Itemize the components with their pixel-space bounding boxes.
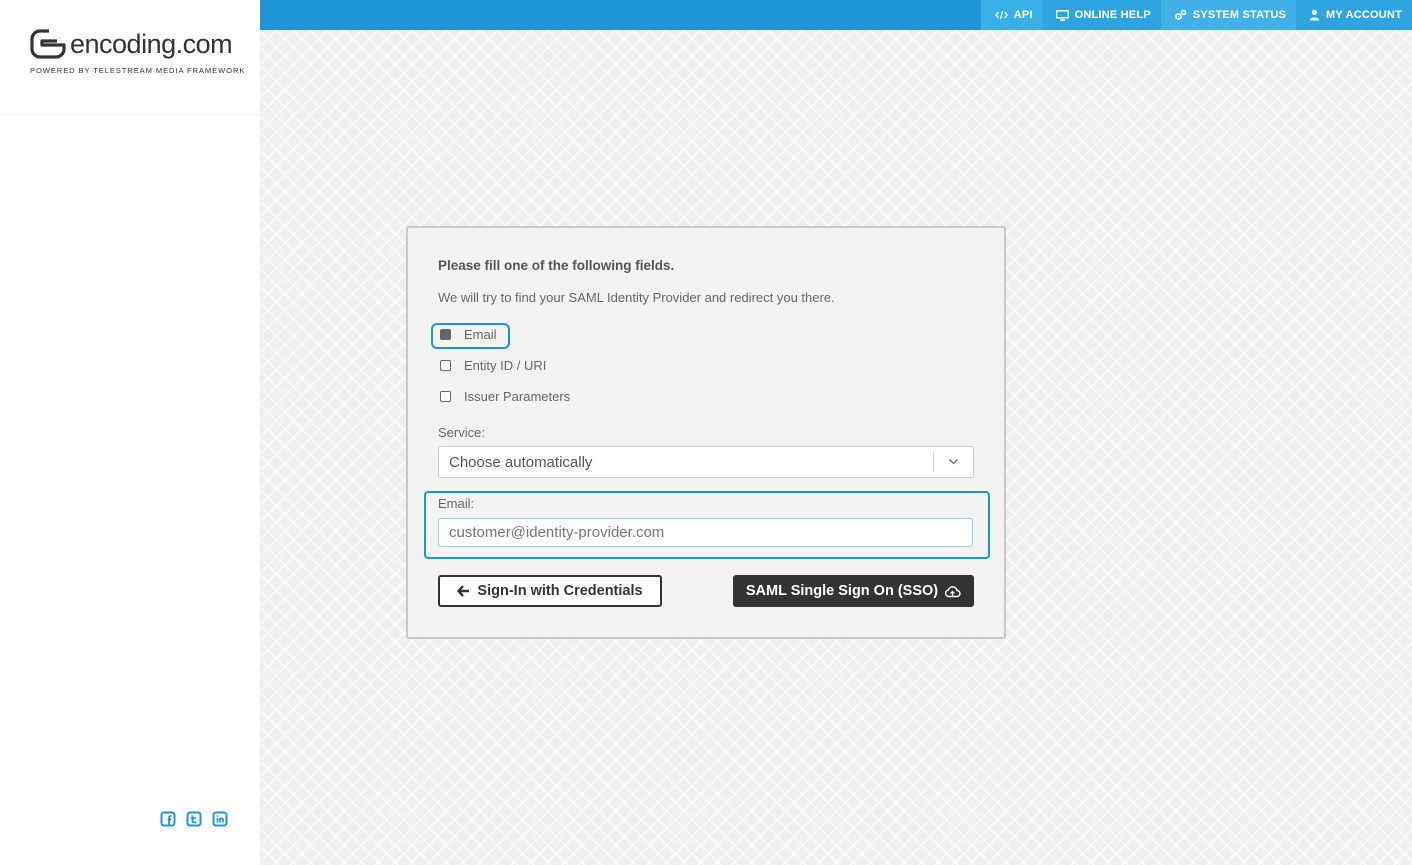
brand-tagline: POWERED BY TELESTREAM MEDIA FRAMEWORK — [30, 66, 246, 75]
brand-name: encoding.com — [70, 29, 233, 59]
nav-online-help-label: ONLINE HELP — [1074, 9, 1151, 21]
cloud-icon — [945, 585, 961, 597]
option-issuer-parameters[interactable]: Issuer Parameters — [438, 386, 570, 406]
option-email[interactable]: Email — [438, 324, 497, 344]
saml-sso-button[interactable]: SAML Single Sign On (SSO) — [733, 575, 974, 607]
code-icon — [994, 10, 1008, 20]
select-separator — [933, 452, 934, 472]
form-title: Please fill one of the following fields. — [438, 258, 675, 273]
option-email-label: Email — [464, 326, 497, 342]
option-entity-id[interactable]: Entity ID / URI — [438, 355, 546, 375]
logo-mark-icon — [30, 29, 66, 59]
linkedin-icon[interactable] — [212, 811, 228, 827]
option-issuer-parameters-label: Issuer Parameters — [464, 388, 571, 404]
issuer-parameters-checkbox[interactable] — [440, 390, 451, 402]
chevron-down-icon[interactable] — [948, 456, 959, 467]
email-label: Email: — [438, 496, 475, 511]
service-label: Service: — [438, 425, 485, 440]
nav-my-account[interactable]: MY ACCOUNT — [1296, 0, 1412, 30]
twitter-icon[interactable] — [186, 811, 202, 827]
nav-my-account-label: MY ACCOUNT — [1326, 9, 1402, 21]
saml-login-card: Please fill one of the following fields.… — [406, 226, 1006, 639]
arrow-left-icon — [457, 585, 470, 597]
service-select-value: Choose automatically — [449, 454, 593, 471]
form-description: We will try to find your SAML Identity P… — [438, 290, 835, 305]
logo-area: encoding.com POWERED BY TELESTREAM MEDIA… — [0, 0, 260, 115]
social-links — [160, 811, 228, 827]
brand-logo[interactable]: encoding.com — [29, 28, 233, 60]
sso-button-label: SAML Single Sign On (SSO) — [745, 583, 939, 599]
nav-system-status-label: SYSTEM STATUS — [1192, 9, 1287, 21]
service-select[interactable]: Choose automatically — [438, 446, 974, 478]
gears-icon — [1174, 9, 1186, 20]
user-icon — [1309, 9, 1320, 21]
sign-in-with-credentials-button[interactable]: Sign-In with Credentials — [438, 575, 662, 607]
email-checkbox[interactable] — [440, 328, 451, 340]
entity-id-checkbox[interactable] — [440, 359, 451, 371]
top-nav: API ONLINE HELP SYSTEM STATUS MY ACCOUNT — [980, 0, 1412, 30]
nav-online-help[interactable]: ONLINE HELP — [1042, 0, 1161, 30]
option-entity-id-label: Entity ID / URI — [464, 357, 547, 373]
nav-api[interactable]: API — [980, 0, 1043, 30]
email-field[interactable] — [438, 518, 973, 547]
nav-system-status[interactable]: SYSTEM STATUS — [1160, 0, 1297, 30]
sidebar: encoding.com POWERED BY TELESTREAM MEDIA… — [0, 0, 261, 865]
facebook-icon[interactable] — [160, 811, 176, 827]
nav-api-label: API — [1013, 9, 1033, 21]
monitor-icon — [1055, 9, 1069, 21]
credentials-button-label: Sign-In with Credentials — [477, 583, 643, 599]
top-bar: API ONLINE HELP SYSTEM STATUS MY ACCOUNT — [260, 0, 1412, 30]
